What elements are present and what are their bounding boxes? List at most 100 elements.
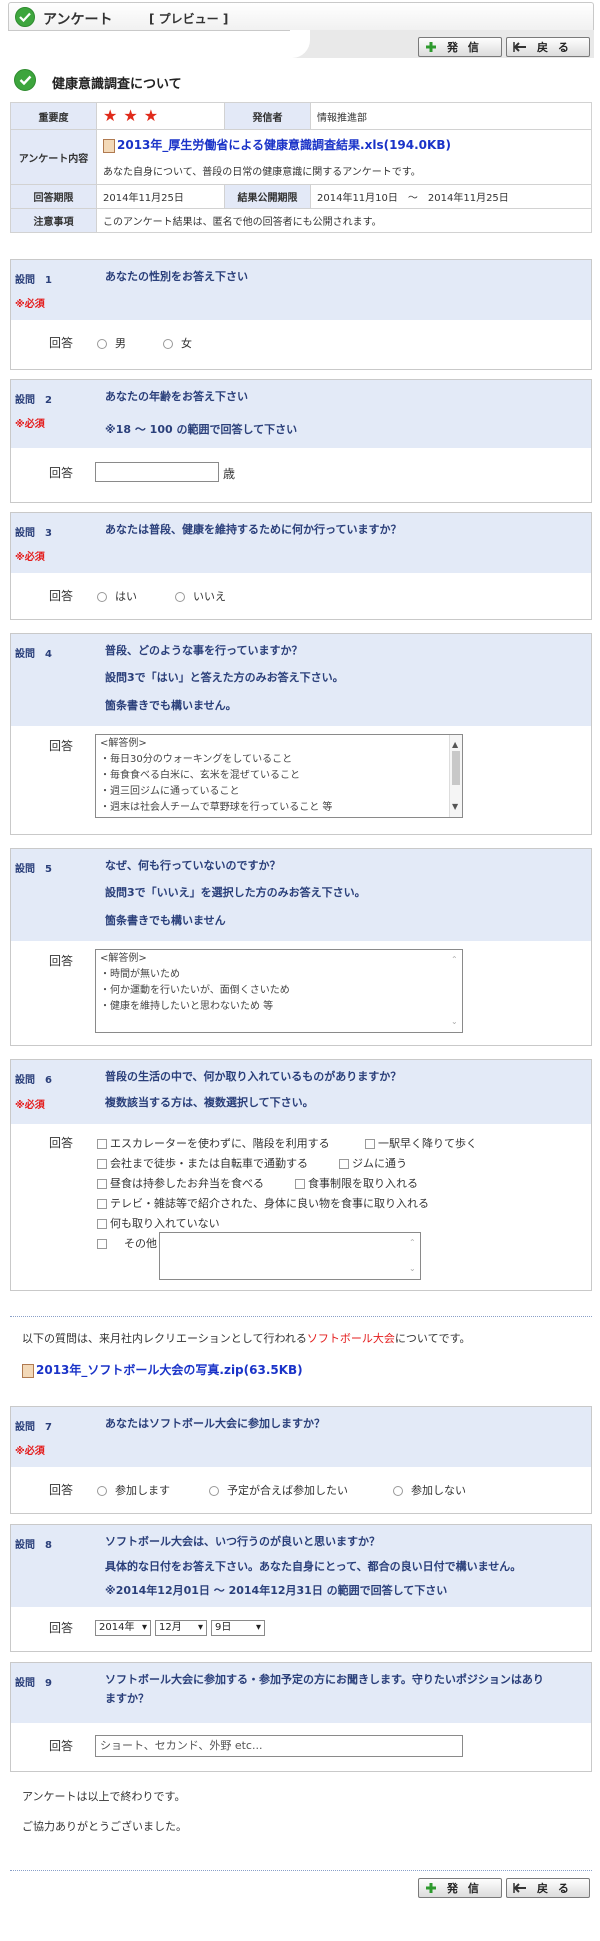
radio-button[interactable] <box>163 339 173 349</box>
scroll-down-icon[interactable]: ⌄ <box>451 1014 458 1030</box>
radio-option-maybe[interactable]: 予定が合えば参加したい <box>209 1482 348 1498</box>
softball-attachment-link[interactable]: 2013年_ソフトボール大会の写真.zip(63.5KB) <box>36 1363 303 1377</box>
radio-button[interactable] <box>393 1486 403 1496</box>
question-number: 設問 5 <box>15 864 52 875</box>
checkbox-option[interactable]: 会社まで徒歩・または自転車で通勤する <box>97 1155 308 1171</box>
send-button-label: 発 信 <box>447 1882 482 1895</box>
scroll-thumb[interactable] <box>452 751 460 785</box>
end-text: アンケートは以上で終わりです。 <box>22 1790 186 1803</box>
deadline-value: 2014年11月25日 <box>96 184 225 209</box>
checkbox-option[interactable]: エスカレーターを使わずに、階段を利用する <box>97 1135 330 1151</box>
reasons-textarea[interactable]: <解答例> ・時間が無いため ・何か運動を行いたいが、面倒くさいため ・健康を維… <box>95 949 463 1033</box>
radio-button[interactable] <box>209 1486 219 1496</box>
radio-option-yes[interactable]: はい <box>97 588 137 604</box>
answer-label: 回答 <box>49 336 74 350</box>
question-text: ソフトボール大会に参加する・参加予定の方にお聞きします。守りたいポジションはあり <box>105 1673 544 1686</box>
radio-option-male[interactable]: 男 <box>97 335 126 351</box>
question-note: 箇条書きでも構いません <box>105 914 226 927</box>
year-select[interactable]: 2014年 <box>95 1620 151 1636</box>
attachment-link[interactable]: 2013年_厚生労働省による健康意識調査結果.xls(194.0KB) <box>117 138 451 152</box>
question-6: 設問 6 ※必須 普段の生活の中で、何か取り入れているものがありますか？ 複数該… <box>10 1059 592 1291</box>
question-note: 設問3で「いいえ」を選択した方のみお答え下さい。 <box>105 886 366 899</box>
age-input[interactable] <box>95 462 219 482</box>
required-mark: ※必須 <box>15 419 45 430</box>
question-7: 設問 7 ※必須 あなたはソフトボール大会に参加しますか？ 回答 参加します 予… <box>10 1406 592 1514</box>
survey-info-table: 重要度 ★ ★ ★ 発信者 情報推進部 アンケート内容 2013年_厚生労働省による… <box>10 102 592 233</box>
answer-label: 回答 <box>49 954 74 968</box>
question-header: 設問 7 ※必須 あなたはソフトボール大会に参加しますか？ <box>11 1407 591 1467</box>
zip-file-icon <box>22 1364 34 1378</box>
back-button[interactable]: 戻 る <box>506 37 590 57</box>
header-title: アンケート <box>43 12 113 28</box>
question-number: 設問 4 <box>15 649 52 660</box>
scroll-up-icon[interactable]: ⌃ <box>409 1235 416 1251</box>
checkbox[interactable] <box>97 1219 107 1229</box>
radio-option-female[interactable]: 女 <box>163 335 192 351</box>
checkbox[interactable] <box>295 1179 305 1189</box>
textarea-scrollbar[interactable]: ⌃ ⌄ <box>449 950 462 1032</box>
radio-option-decline[interactable]: 参加しない <box>393 1482 466 1498</box>
question-header: 設問 9 ソフトボール大会に参加する・参加予定の方にお聞きします。守りたいポジシ… <box>11 1663 591 1723</box>
star-icon: ★ <box>123 105 138 125</box>
question-note: 設問3で「はい」と答えた方のみお答え下さい。 <box>105 671 344 684</box>
checkbox-option[interactable]: 何も取り入れていない <box>97 1215 220 1231</box>
scroll-down-icon[interactable]: ⌄ <box>409 1261 416 1277</box>
question-text: ソフトボール大会は、いつ行うのが良いと思いますか？ <box>105 1535 380 1548</box>
required-mark: ※必須 <box>15 1446 45 1457</box>
checkbox[interactable] <box>97 1159 107 1169</box>
star-icon: ★ <box>143 105 159 125</box>
deadline-label: 回答期限 <box>10 184 97 209</box>
answer-label: 回答 <box>49 589 74 603</box>
activities-textarea[interactable]: <解答例> ・毎日30分のウォーキングをしていること ・毎食食べる白米に、玄米を… <box>95 734 463 818</box>
checkbox-option[interactable]: ジムに通う <box>339 1155 407 1171</box>
other-textarea[interactable]: ⌃ ⌄ <box>159 1232 421 1280</box>
importance-stars: ★ ★ ★ <box>96 102 225 130</box>
radio-button[interactable] <box>175 592 185 602</box>
scroll-down-icon[interactable]: ▼ <box>452 799 458 815</box>
result-period-label: 結果公開期限 <box>224 184 311 209</box>
checkbox[interactable] <box>365 1139 375 1149</box>
checkbox[interactable] <box>97 1179 107 1189</box>
question-header: 設問 8 ソフトボール大会は、いつ行うのが良いと思いますか？ 具体的な日付をお答… <box>11 1525 591 1607</box>
question-8: 設問 8 ソフトボール大会は、いつ行うのが良いと思いますか？ 具体的な日付をお答… <box>10 1524 592 1652</box>
textarea-scrollbar[interactable]: ⌃ ⌄ <box>407 1233 420 1279</box>
checkbox-option[interactable]: テレビ・雑誌等で紹介された、身体に良い物を食事に取り入れる <box>97 1195 429 1211</box>
excel-file-icon <box>103 139 115 153</box>
required-mark: ※必須 <box>15 1100 45 1111</box>
question-text: あなたはソフトボール大会に参加しますか？ <box>105 1417 325 1430</box>
checkbox[interactable] <box>97 1139 107 1149</box>
checkbox-option[interactable]: 昼食は持参したお弁当を食べる <box>97 1175 264 1191</box>
answer-label: 回答 <box>49 1739 74 1753</box>
checkbox[interactable] <box>97 1199 107 1209</box>
softball-attachment-row[interactable]: 2013年_ソフトボール大会の写真.zip(63.5KB) <box>22 1361 303 1378</box>
month-select[interactable]: 12月 <box>155 1620 207 1636</box>
radio-option-no[interactable]: いいえ <box>175 588 226 604</box>
publisher-label: 発信者 <box>224 102 311 130</box>
question-number: 設問 6 <box>15 1075 52 1086</box>
publisher-value: 情報推進部 <box>310 102 592 130</box>
radio-button[interactable] <box>97 1486 107 1496</box>
radio-button[interactable] <box>97 592 107 602</box>
textarea-scrollbar[interactable]: ▲ ▼ <box>449 735 462 817</box>
checkbox-option[interactable]: 一駅早く降りて歩く <box>365 1135 477 1151</box>
radio-option-participate[interactable]: 参加します <box>97 1482 170 1498</box>
send-button-bottom[interactable]: 発 信 <box>418 1878 502 1898</box>
question-text-cont: ますか？ <box>105 1692 149 1705</box>
checkbox-option[interactable]: 食事制限を取り入れる <box>295 1175 418 1191</box>
checkbox[interactable] <box>97 1239 107 1249</box>
back-button-bottom[interactable]: 戻 る <box>506 1878 590 1898</box>
scroll-up-icon[interactable]: ⌃ <box>451 952 458 968</box>
radio-button[interactable] <box>97 339 107 349</box>
question-header: 設問 5 なぜ、何も行っていないのですか？ 設問3で「いいえ」を選択した方のみお… <box>11 849 591 941</box>
question-3: 設問 3 ※必須 あなたは普段、健康を維持するために何か行っていますか？ 回答 … <box>10 512 592 620</box>
checkbox-option-other[interactable]: その他 <box>97 1235 157 1251</box>
question-note: 箇条書きでも構いません。 <box>105 699 237 712</box>
checkbox[interactable] <box>339 1159 349 1169</box>
question-note: ※2014年12月01日 〜 2014年12月31日 の範囲で回答して下さい <box>105 1584 448 1597</box>
position-input[interactable]: ショート、セカンド、外野 etc... <box>95 1735 463 1757</box>
age-unit: 歳 <box>223 467 236 481</box>
attachment-link-row[interactable]: 2013年_厚生労働省による健康意識調査結果.xls(194.0KB) <box>103 136 585 153</box>
send-button[interactable]: 発 信 <box>418 37 502 57</box>
day-select[interactable]: 9日 <box>211 1620 265 1636</box>
question-number: 設問 3 <box>15 528 52 539</box>
